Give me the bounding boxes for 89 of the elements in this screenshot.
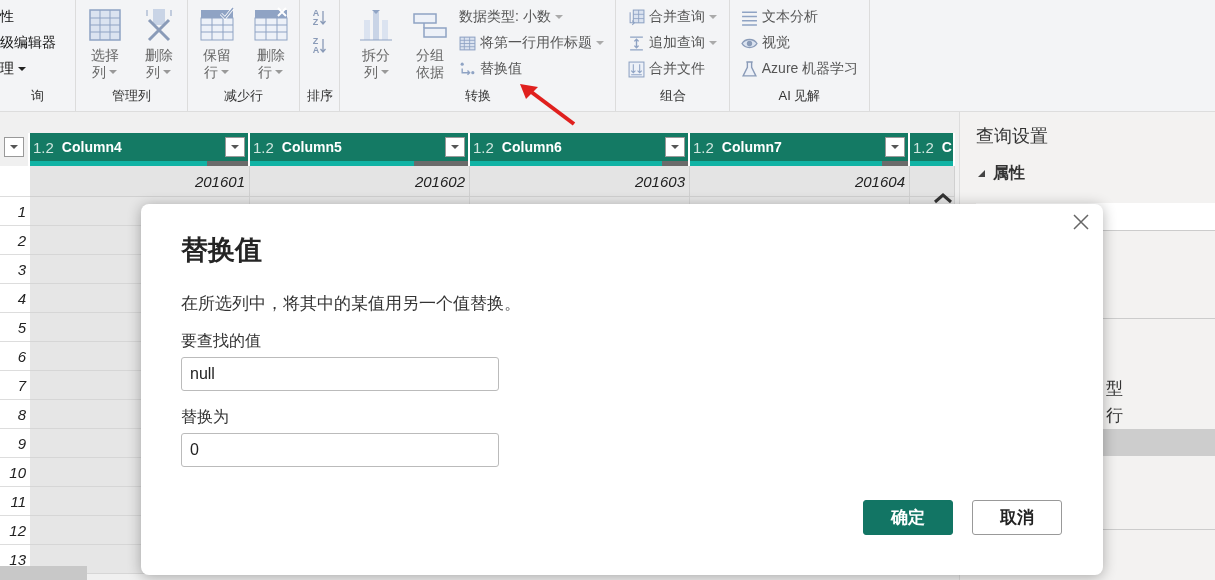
group-label: 减少行 bbox=[224, 88, 263, 103]
column-header[interactable]: 1.2 Column7 bbox=[690, 133, 910, 161]
dialog-title: 替换值 bbox=[181, 234, 263, 267]
caret-icon bbox=[163, 70, 171, 75]
merge-files-icon bbox=[628, 60, 645, 78]
table-icon bbox=[459, 34, 476, 52]
table-cell: 201601 bbox=[30, 166, 250, 197]
filter-dropdown-icon[interactable] bbox=[445, 137, 465, 157]
ribbon-button[interactable]: 替换值 bbox=[459, 58, 604, 80]
ribbon-button[interactable]: 级编辑器 bbox=[0, 32, 56, 54]
input-field[interactable]: 0 bbox=[181, 433, 499, 467]
column-header[interactable]: 1.2 Column6 bbox=[470, 133, 690, 161]
expand-icon[interactable] bbox=[978, 169, 985, 177]
caret-icon bbox=[554, 14, 563, 20]
caret-icon bbox=[221, 70, 229, 75]
caret-icon bbox=[18, 66, 26, 72]
row-number: 9 bbox=[0, 429, 30, 458]
dialog-description: 在所选列中，将其中的某值用另一个值替换。 bbox=[181, 293, 522, 315]
caret-icon bbox=[380, 70, 389, 75]
section-heading: 属性 bbox=[993, 162, 1025, 183]
table-cell: 201602 bbox=[250, 166, 470, 197]
ribbon-button[interactable]: 合并查询 bbox=[628, 6, 717, 28]
down-arrow-icon bbox=[320, 10, 327, 26]
row-number: 2 bbox=[0, 226, 30, 255]
column-header[interactable]: 1.2 Column4 bbox=[30, 133, 250, 161]
table-icon bbox=[86, 6, 123, 42]
group-label: 转换 bbox=[464, 88, 491, 103]
caret-icon bbox=[709, 14, 717, 20]
row-number: 10 bbox=[0, 458, 30, 487]
pointer-arrow bbox=[518, 82, 578, 128]
group-label: 组合 bbox=[659, 88, 686, 103]
row-number: 3 bbox=[0, 255, 30, 284]
row-number: 5 bbox=[0, 313, 30, 342]
ribbon-button[interactable]: 理 bbox=[0, 58, 56, 80]
row-number: 11 bbox=[0, 487, 30, 516]
row-number: 7 bbox=[0, 371, 30, 400]
ribbon-button[interactable]: 追加查询 bbox=[628, 32, 717, 54]
group-label: AI 见解 bbox=[778, 88, 821, 103]
group-label: 询 bbox=[31, 88, 44, 103]
ribbon-button[interactable]: 将第一行用作标题 bbox=[459, 32, 604, 54]
table-x-icon bbox=[252, 6, 289, 42]
caret-icon bbox=[596, 40, 604, 46]
field-label: 要查找的值 bbox=[181, 331, 262, 351]
ribbon-button[interactable]: 保留 行 bbox=[191, 6, 242, 87]
ok-button[interactable]: 确定 bbox=[863, 500, 953, 535]
scroll-up-icon[interactable] bbox=[933, 192, 953, 204]
group-label: 管理列 bbox=[112, 88, 151, 103]
field-label: 替换为 bbox=[181, 407, 230, 427]
pane-title: 查询设置 bbox=[975, 125, 1049, 148]
ribbon-button[interactable]: 数据类型: 小数 bbox=[459, 6, 604, 28]
row-number: 8 bbox=[0, 400, 30, 429]
table-check-icon bbox=[198, 6, 235, 42]
table-cell: 201604 bbox=[690, 166, 910, 197]
row-number: 4 bbox=[0, 284, 30, 313]
scrollbar-thumb[interactable] bbox=[0, 566, 87, 580]
text-lines-icon bbox=[740, 8, 758, 26]
ribbon-button[interactable]: 文本分析 bbox=[740, 6, 859, 28]
filter-dropdown-icon[interactable] bbox=[665, 137, 685, 157]
table-cell bbox=[910, 166, 955, 197]
dropdown-button[interactable] bbox=[4, 137, 24, 157]
ribbon-button[interactable]: 性 bbox=[0, 6, 56, 28]
down-arrow-icon bbox=[320, 38, 327, 54]
filter-dropdown-icon[interactable] bbox=[225, 137, 245, 157]
close-icon[interactable] bbox=[1073, 214, 1089, 230]
ribbon-button[interactable]: 合并文件 bbox=[628, 58, 717, 80]
row-number: 12 bbox=[0, 516, 30, 545]
ribbon-button[interactable]: 选择 列 bbox=[79, 6, 130, 87]
ribbon-button[interactable]: 视觉 bbox=[740, 32, 859, 54]
row-number: 6 bbox=[0, 342, 30, 371]
caret-icon bbox=[109, 70, 117, 75]
ribbon-button[interactable]: 删除 列 bbox=[133, 6, 184, 87]
flask-icon bbox=[740, 60, 758, 78]
input-field[interactable]: null bbox=[181, 357, 499, 391]
caret-icon bbox=[275, 70, 283, 75]
filter-dropdown-icon[interactable] bbox=[885, 137, 905, 157]
group-label: 排序 bbox=[306, 88, 333, 103]
table-cell: 201603 bbox=[470, 166, 690, 197]
row-number: 1 bbox=[0, 197, 30, 226]
cancel-button[interactable]: 取消 bbox=[972, 500, 1062, 535]
ribbon-button[interactable]: Azure 机器学习 bbox=[740, 58, 859, 80]
ribbon-button[interactable]: 分组 依据 bbox=[405, 6, 455, 87]
replace-arrow-icon bbox=[459, 60, 476, 78]
ribbon-button[interactable]: 删除 行 bbox=[245, 6, 296, 87]
column-header[interactable]: 1.2 Column5 bbox=[250, 133, 470, 161]
column-header[interactable]: 1.2 C bbox=[910, 133, 955, 161]
merge-table-icon bbox=[628, 8, 645, 26]
ribbon-button[interactable]: 拆分 列 bbox=[351, 6, 401, 87]
append-icon bbox=[628, 34, 645, 52]
caret-icon bbox=[709, 40, 717, 46]
